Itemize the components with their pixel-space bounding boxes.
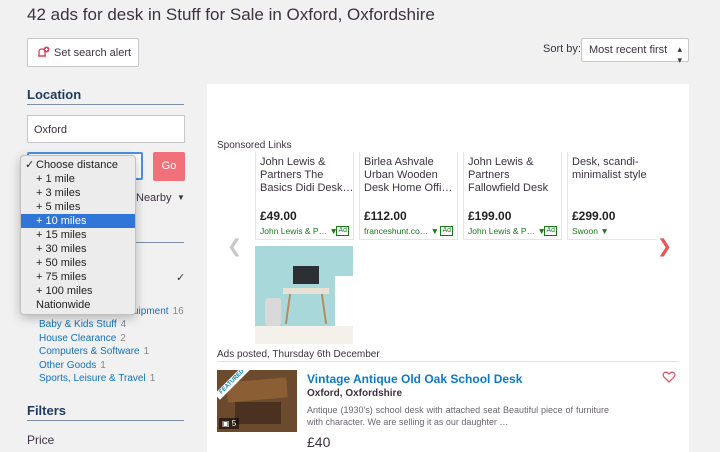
chevron-down-icon[interactable]: ▼ xyxy=(177,193,185,202)
camera-icon: ▣ xyxy=(222,419,232,428)
sponsored-ad-card[interactable]: John Lewis & Partners Fallowfield Desk £… xyxy=(463,152,562,240)
ad-badge: Ad xyxy=(440,226,453,236)
price-filter-label[interactable]: Price xyxy=(27,433,54,447)
distance-option[interactable]: + 5 miles xyxy=(21,200,135,214)
set-search-alert-button[interactable]: Set search alert xyxy=(27,38,139,67)
distance-option[interactable]: + 100 miles xyxy=(21,284,135,298)
sort-value: Most recent first xyxy=(589,44,668,56)
ad-price: £199.00 xyxy=(468,209,512,223)
distance-option[interactable]: + 75 miles xyxy=(21,270,135,284)
ad-badge: Ad xyxy=(336,226,349,236)
ad-price: £49.00 xyxy=(260,209,297,223)
sponsored-ad-card[interactable]: Desk, scandi-minimalist style £299.00 Sw… xyxy=(567,152,657,240)
distance-dropdown[interactable]: ✓ Choose distance + 1 mile + 3 miles + 5 … xyxy=(20,155,136,315)
check-icon: ✓ xyxy=(25,159,35,171)
posted-date-label: Ads posted, Thursday 6th December xyxy=(217,349,380,360)
listing-description: Antique (1930's) school desk with attach… xyxy=(307,405,609,427)
ad-merchant[interactable]: franceshunt.co… ▼ xyxy=(364,226,439,236)
location-heading: Location xyxy=(27,87,82,102)
listing-price: £40 xyxy=(307,434,331,450)
category-item[interactable]: Baby & Kids Stuff 4 xyxy=(39,318,155,332)
category-item[interactable]: House Clearance 2 xyxy=(39,332,155,346)
photo-count: ▣ 5 xyxy=(219,418,240,429)
category-item[interactable]: Computers & Software 1 xyxy=(39,345,155,359)
set-search-alert-label: Set search alert xyxy=(54,46,132,59)
distance-option[interactable]: + 3 miles xyxy=(21,186,135,200)
ad-title[interactable]: John Lewis & Partners Fallowfield Desk xyxy=(468,156,563,195)
go-button[interactable]: Go xyxy=(153,152,185,181)
bell-alert-icon xyxy=(38,46,50,57)
ad-merchant[interactable]: Swoon ▼ xyxy=(572,226,609,236)
chevron-updown-icon: ▴ ▾ xyxy=(677,44,682,65)
category-item[interactable]: Other Goods 1 xyxy=(39,359,155,373)
location-input[interactable]: Oxford xyxy=(27,115,185,143)
nearby-label[interactable]: Nearby xyxy=(136,192,171,204)
check-icon: ✓ xyxy=(176,272,186,284)
ad-price: £299.00 xyxy=(572,209,616,223)
distance-option[interactable]: ✓ Choose distance xyxy=(21,158,135,172)
location-divider xyxy=(27,104,184,105)
page-title: 42 ads for desk in Stuff for Sale in Oxf… xyxy=(27,5,435,24)
distance-option[interactable]: + 50 miles xyxy=(21,256,135,270)
heart-icon[interactable] xyxy=(662,370,676,384)
distance-option-selected[interactable]: + 10 miles xyxy=(21,214,135,228)
distance-option[interactable]: + 15 miles xyxy=(21,228,135,242)
listing-thumbnail[interactable]: FEATURED ▣ 5 xyxy=(217,370,297,432)
sponsored-label: Sponsored Links xyxy=(217,140,292,151)
posted-divider xyxy=(217,361,679,362)
ad-badge: Ad xyxy=(544,226,557,236)
ad-title[interactable]: Desk, scandi-minimalist style xyxy=(572,156,658,182)
category-item-partial[interactable]: uipment 16 xyxy=(133,306,184,317)
distance-option[interactable]: Nationwide xyxy=(21,298,135,312)
sponsored-ad-image[interactable] xyxy=(255,246,353,344)
results-panel: Sponsored Links John Lewis & Partners Th… xyxy=(207,84,689,452)
ad-title[interactable]: John Lewis & Partners The Basics Didi De… xyxy=(260,156,355,195)
filters-divider xyxy=(27,420,184,421)
filters-heading: Filters xyxy=(27,403,67,418)
distance-option[interactable]: + 30 miles xyxy=(21,242,135,256)
sort-label: Sort by: xyxy=(543,43,581,55)
ad-title[interactable]: Birlea Ashvale Urban Wooden Desk Home Of… xyxy=(364,156,459,195)
carousel-next-icon[interactable]: ❯ xyxy=(657,236,672,257)
ad-merchant[interactable]: John Lewis & P… ▼ xyxy=(260,226,338,236)
listing-location: Oxford, Oxfordshire xyxy=(307,388,403,399)
sponsored-ad-card[interactable]: John Lewis & Partners The Basics Didi De… xyxy=(255,152,354,240)
ad-merchant[interactable]: John Lewis & P… ▼ xyxy=(468,226,546,236)
sponsored-ad-card[interactable]: Birlea Ashvale Urban Wooden Desk Home Of… xyxy=(359,152,458,240)
category-item[interactable]: Sports, Leisure & Travel 1 xyxy=(39,372,155,386)
listing-title[interactable]: Vintage Antique Old Oak School Desk xyxy=(307,372,522,386)
distance-option[interactable]: + 1 mile xyxy=(21,172,135,186)
carousel-prev-icon[interactable]: ❮ xyxy=(227,236,242,257)
sort-select[interactable]: Most recent first ▴ ▾ xyxy=(581,38,689,65)
ad-price: £112.00 xyxy=(364,209,407,223)
category-list: Baby & Kids Stuff 4 House Clearance 2 Comp… xyxy=(39,318,155,386)
